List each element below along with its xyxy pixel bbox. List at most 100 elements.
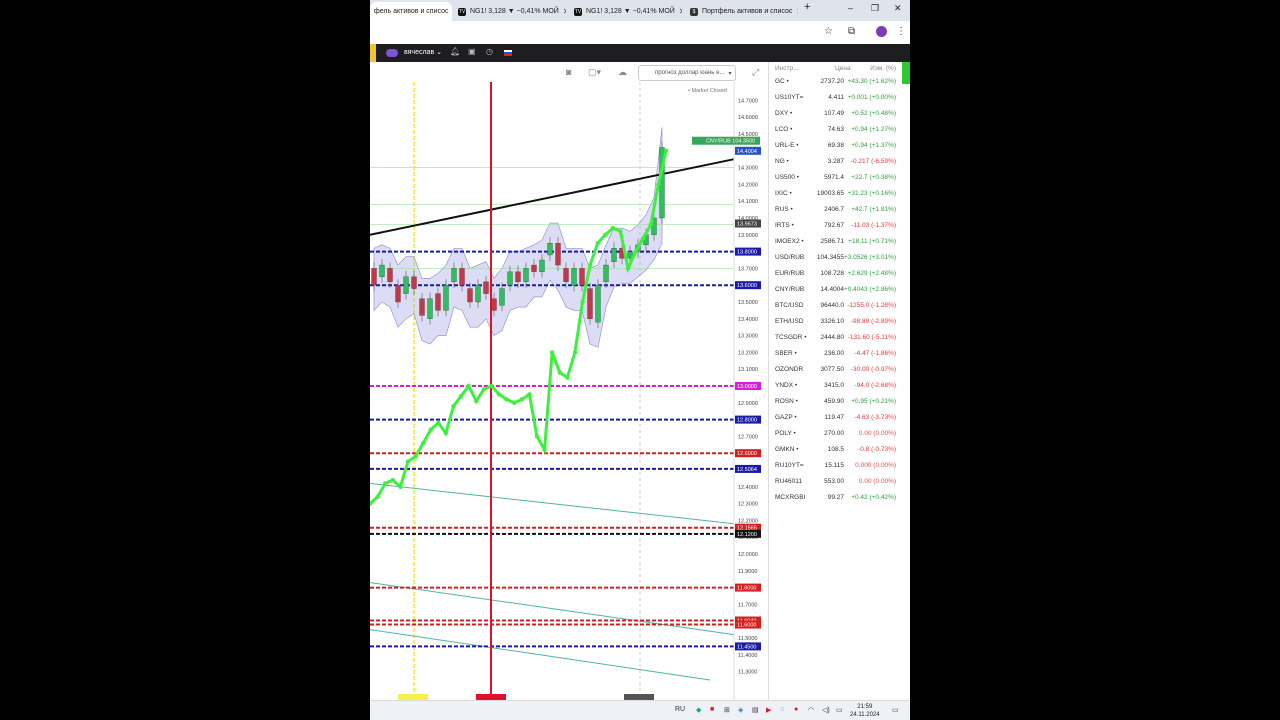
candle[interactable] — [459, 268, 465, 286]
tray-icon-2[interactable]: ■ — [710, 706, 714, 713]
volume-icon[interactable]: ◁) — [822, 706, 830, 714]
candle[interactable] — [595, 285, 601, 323]
watchlist-row[interactable]: US10YT= 4.411 +0.001 (+0.00%) — [769, 90, 902, 106]
watchlist-row[interactable]: NG • 3.287 -0.217 (-6.59%) — [769, 154, 902, 170]
system-clock[interactable]: 21:59 24.11.2024 — [850, 703, 880, 719]
candle[interactable] — [371, 268, 377, 286]
language-indicator[interactable]: RU — [675, 706, 685, 713]
watchlist-row[interactable]: DXY • 107.49 +0.52 (+0.48%) — [769, 106, 902, 122]
header-change[interactable]: Изм. (%) — [870, 65, 896, 72]
header-symbol[interactable]: Инстр... — [775, 65, 799, 72]
fullscreen-icon[interactable]: ⤢ — [752, 67, 759, 78]
flag-icon[interactable] — [504, 50, 512, 56]
candle[interactable] — [579, 268, 585, 286]
layout-icon[interactable]: ▢▾ — [588, 67, 601, 78]
watchlist-row[interactable]: GMKN • 108.5 -0.8 (-0.73%) — [769, 442, 902, 458]
minimize-button[interactable]: – — [848, 3, 853, 13]
candle[interactable] — [419, 298, 425, 316]
bell-icon[interactable]: 🔔︎ — [450, 47, 460, 56]
watchlist-row[interactable]: USD/RUB 104.3455 +3.0526 (+3.01%) — [769, 250, 902, 266]
candle[interactable] — [379, 264, 385, 277]
candle[interactable] — [563, 268, 569, 282]
candle[interactable] — [555, 243, 561, 266]
window-close-button[interactable]: ✕ — [894, 3, 902, 14]
watchlist-row[interactable]: IRTS • 792.67 -11.03 (-1.37%) — [769, 218, 902, 234]
candle[interactable] — [523, 268, 529, 282]
tray-icon-5[interactable]: ▤ — [752, 706, 759, 714]
watchlist-row[interactable]: CNY/RUB 14.4004 +0.4043 (+2.86%) — [769, 282, 902, 298]
close-icon[interactable]: ✕ — [796, 7, 798, 16]
restore-button[interactable]: ❐ — [871, 3, 879, 14]
sidebar-toggle[interactable] — [370, 44, 376, 62]
watchlist-row[interactable]: IXIC • 19003.65 +31.23 (+0.16%) — [769, 186, 902, 202]
watchlist-row[interactable]: EUR/RUB 108.728 +2.629 (+2.48%) — [769, 266, 902, 282]
candle[interactable] — [411, 276, 417, 289]
notifications-icon[interactable]: ▭ — [892, 706, 899, 714]
candle[interactable] — [483, 281, 489, 294]
candle[interactable] — [587, 288, 593, 319]
browser-tab-2[interactable]: TV NG1! 3,128 ▼ −0,41% МОЙ ✕ — [454, 2, 566, 21]
extensions-icon[interactable]: ⧉ — [848, 26, 855, 37]
candle[interactable] — [507, 271, 513, 286]
watchlist-row[interactable]: POLY • 270.00 0.00 (0.00%) — [769, 426, 902, 442]
watchlist-row[interactable]: URL-E • 69.38 +0.94 (+1.37%) — [769, 138, 902, 154]
clock-icon[interactable]: ◷ — [486, 47, 493, 56]
tray-icon-3[interactable]: ⊞ — [724, 706, 730, 714]
candle[interactable] — [387, 268, 393, 282]
watchlist-row[interactable]: MCXRGBI 99.27 +0.42 (+0.42%) — [769, 490, 902, 506]
tray-icon-8[interactable]: ● — [794, 706, 798, 713]
watchlist-row[interactable]: TCSGDR • 2444.80 -131.60 (-5.11%) — [769, 330, 902, 346]
forecast-selector[interactable]: прогноз доллар юань е... ▾ — [638, 65, 737, 81]
watchlist-row[interactable]: LCO • 74.63 +0.94 (+1.27%) — [769, 122, 902, 138]
candle[interactable] — [403, 276, 409, 294]
close-icon[interactable]: ✕ — [563, 7, 566, 16]
watchlist-row[interactable]: OZONDR 3077.50 -30.00 (-0.97%) — [769, 362, 902, 378]
profile-avatar[interactable] — [876, 26, 887, 37]
camera-icon[interactable]: ◙ — [566, 67, 571, 77]
candle[interactable] — [491, 298, 497, 311]
candle[interactable] — [467, 288, 473, 303]
watchlist-row[interactable]: US500 • 5971.4 +22.7 (+0.38%) — [769, 170, 902, 186]
watchlist-scrollbar[interactable] — [902, 62, 910, 84]
briefcase-icon[interactable]: ▣ — [468, 47, 476, 56]
candle[interactable] — [435, 293, 441, 311]
candle[interactable] — [571, 268, 577, 286]
close-icon[interactable]: ✕ — [679, 7, 682, 16]
battery-icon[interactable]: ▭ — [836, 706, 843, 714]
star-icon[interactable]: ☆ — [824, 26, 833, 37]
candle[interactable] — [611, 248, 617, 262]
cloud-icon[interactable]: ☁ — [618, 67, 627, 78]
watchlist-row[interactable]: RU10YT= 15.115 0.000 (0.00%) — [769, 458, 902, 474]
browser-tab-4[interactable]: $ Портфель активов и списос ✕ — [686, 2, 798, 21]
candle[interactable] — [427, 298, 433, 319]
tray-icon-6[interactable]: ▶ — [766, 706, 771, 714]
candle[interactable] — [475, 285, 481, 303]
price-chart[interactable]: 14.700014.600014.500014.400014.300014.20… — [370, 82, 768, 700]
browser-tab-3[interactable]: TV NG1! 3,128 ▼ −0,41% МОЙ ✕ — [570, 2, 682, 21]
watchlist-row[interactable]: YNDX • 3415.0 -94.0 (-2.68%) — [769, 378, 902, 394]
candle[interactable] — [547, 243, 553, 256]
tray-icon-7[interactable]: ◌ — [780, 706, 784, 713]
candle[interactable] — [531, 264, 537, 272]
candle[interactable] — [515, 271, 521, 282]
watchlist-row[interactable]: GC • 2737.20 +43.30 (+1.62%) — [769, 74, 902, 90]
browser-tab-1[interactable]: фель активов и списос ✕ — [370, 2, 452, 21]
watchlist-row[interactable]: ROSN • 459.90 +0.95 (+0.21%) — [769, 394, 902, 410]
candle[interactable] — [443, 285, 449, 311]
watchlist-row[interactable]: SBER • 236.00 -4.47 (-1.86%) — [769, 346, 902, 362]
candle[interactable] — [539, 259, 545, 272]
candle[interactable] — [499, 288, 505, 306]
menu-icon[interactable]: ⋮ — [896, 26, 906, 37]
tray-icon-1[interactable]: ◆ — [696, 706, 701, 714]
wifi-icon[interactable]: ◠ — [808, 706, 814, 714]
tray-icon-4[interactable]: ◈ — [738, 706, 743, 714]
watchlist-row[interactable]: BTC/USD 96440.0 -1255.0 (-1.28%) — [769, 298, 902, 314]
watchlist-row[interactable]: IMOEX2 • 2586.71 +18.11 (+0.71%) — [769, 234, 902, 250]
watchlist-row[interactable]: GAZP • 119.47 -4.63 (-3.73%) — [769, 410, 902, 426]
user-menu[interactable]: вячеслав ⌄ — [404, 48, 442, 56]
watchlist-row[interactable]: RU46011 553.00 0.00 (0.00%) — [769, 474, 902, 490]
watchlist-row[interactable]: ETH/USD 3326.10 -98.89 (-2.89%) — [769, 314, 902, 330]
candle[interactable] — [451, 268, 457, 282]
candle[interactable] — [395, 285, 401, 303]
new-tab-button[interactable]: + — [804, 1, 810, 13]
